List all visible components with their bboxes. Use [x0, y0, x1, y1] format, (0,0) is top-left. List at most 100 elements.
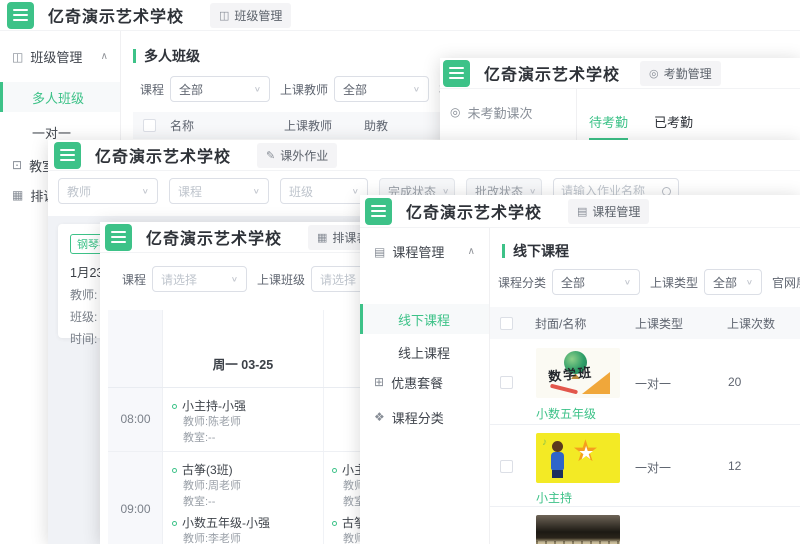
desktop: 亿奇演示艺术学校 ◫ 班级管理 ◫ 班级管理 ∧ 多人班级 一对一 ⊡ 教室: [0, 0, 800, 544]
attendance-icon: ◎: [649, 67, 659, 80]
category-filter-label: 课程分类: [498, 274, 546, 291]
tab-homework[interactable]: ✎ 课外作业: [257, 143, 337, 168]
row-checkbox[interactable]: [500, 376, 513, 389]
chevron-down-icon: ∨: [624, 278, 631, 286]
class-group-icon: ◫: [219, 9, 229, 22]
chevron-up-icon: ∧: [101, 51, 108, 62]
sidebar-item-offline-courses[interactable]: 线下课程: [360, 304, 489, 334]
sidebar-item-packages[interactable]: ⊞ 优惠套餐: [360, 370, 489, 394]
sidebar-item-course-management[interactable]: ▤ 课程管理 ∧: [360, 242, 489, 261]
chevron-down-icon: ∨: [746, 278, 753, 286]
music-note-icon: ♪: [542, 437, 547, 448]
chevron-down-icon: ∨: [231, 275, 238, 283]
app-title: 亿奇演示艺术学校: [484, 61, 620, 85]
classroom-icon: ⊡: [12, 158, 22, 172]
type-filter-label: 上课类型: [650, 274, 698, 291]
course-filter-select[interactable]: 请选择 ∨: [152, 266, 247, 292]
course-row: [490, 507, 800, 544]
column-teacher: 上课教师: [284, 117, 364, 134]
category-icon: ❖: [374, 410, 385, 424]
course-name-link[interactable]: 小数五年级: [536, 405, 596, 422]
schedule-icon: ▦: [317, 231, 327, 244]
site-display-filter-label: 官网展示: [772, 274, 800, 291]
kid-body: [551, 452, 564, 470]
menu-icon[interactable]: [54, 142, 81, 169]
status-dot-icon: [172, 521, 177, 526]
status-dot-icon: [332, 521, 337, 526]
status-dot-icon: [172, 404, 177, 409]
sidebar-item-pending-lessons[interactable]: ◎ 未考勤课次: [440, 97, 576, 127]
column-count: 上课次数: [727, 315, 775, 332]
app-title: 亿奇演示艺术学校: [95, 143, 231, 167]
course-filter-row: 课程分类 全部 ∨ 上课类型 全部 ∨ 官网展示: [498, 269, 800, 295]
tab-course-management[interactable]: ▤ 课程管理: [568, 199, 649, 224]
tab-attendance-management[interactable]: ◎ 考勤管理: [640, 61, 721, 86]
kid-head: [552, 441, 563, 452]
sidebar-item-course-category[interactable]: ❖ 课程分类: [360, 405, 489, 429]
course-type: 一对一: [635, 459, 671, 476]
day-header: 周一 03-25: [163, 354, 323, 373]
course-type: 一对一: [635, 375, 671, 392]
menu-icon[interactable]: [443, 60, 470, 87]
course-row: ★ ★ ♪ 小主持 一对一 12: [490, 425, 800, 507]
menu-icon[interactable]: [365, 198, 392, 225]
sidebar-item-multi-class[interactable]: 多人班级: [0, 82, 120, 112]
course-cover-host: ★ ★ ♪: [536, 433, 620, 483]
kid-legs: [552, 470, 563, 478]
column-type: 上课类型: [635, 315, 727, 332]
schedule-entry[interactable]: 小数五年级-小强 教师:李老师 教室:--: [172, 515, 270, 544]
app-title: 亿奇演示艺术学校: [146, 225, 282, 249]
sidebar-item-class-management[interactable]: ◫ 班级管理 ∧: [0, 47, 120, 66]
app-title: 亿奇演示艺术学校: [48, 3, 184, 27]
course-name-link[interactable]: 小主持: [536, 489, 572, 506]
class-filter-row: 课程 全部 ∨ 上课教师 全部 ∨ 状态: [140, 76, 469, 102]
window-course-management: 亿奇演示艺术学校 ▤ 课程管理 ▤ 课程管理 ∧ 线下课程 线上课程 ⊞ 优惠套…: [360, 195, 800, 544]
chevron-down-icon: ∨: [352, 187, 359, 195]
category-filter-select[interactable]: 全部 ∨: [552, 269, 640, 295]
course-sidebar: ▤ 课程管理 ∧ 线下课程 线上课程 ⊞ 优惠套餐 ❖ 课程分类: [360, 228, 490, 544]
page-title-multi-class: 多人班级: [133, 46, 200, 66]
select-all-checkbox[interactable]: [143, 119, 156, 132]
select-all-checkbox[interactable]: [500, 317, 513, 330]
course-filter-label: 课程: [140, 81, 164, 98]
column-name: 名称: [170, 117, 284, 134]
schedule-entry[interactable]: 古筝(3班) 教师:周老师 教室:--: [172, 462, 270, 510]
chevron-up-icon: ∧: [468, 246, 475, 257]
course-filter-select[interactable]: 全部 ∨: [170, 76, 270, 102]
homework-icon: ✎: [266, 149, 275, 162]
teacher-filter-select[interactable]: 全部 ∨: [334, 76, 429, 102]
tab-class-management[interactable]: ◫ 班级管理: [210, 3, 291, 28]
type-filter-select[interactable]: 全部 ∨: [704, 269, 762, 295]
page-title-offline-courses: 线下课程: [502, 241, 569, 261]
app-title: 亿奇演示艺术学校: [406, 199, 542, 223]
chevron-down-icon: ∨: [254, 85, 261, 93]
attendance-tabbar: 待考勤 已考勤: [577, 89, 800, 142]
course-filter-label: 课程: [122, 271, 146, 288]
sidebar-item-online-courses[interactable]: 线上课程: [360, 340, 489, 364]
status-dot-icon: [172, 468, 177, 473]
row-checkbox[interactable]: [500, 460, 513, 473]
class-filter-label: 上课班级: [257, 271, 305, 288]
teacher-filter-select[interactable]: 教师 ∨: [58, 178, 158, 204]
calendar-icon: ▦: [12, 188, 23, 202]
course-table: 封面/名称 上课类型 上课次数 数学班 小数五年级 一对一 20: [490, 307, 800, 544]
course-row: 数学班 小数五年级 一对一 20: [490, 339, 800, 425]
book-icon: ▤: [374, 245, 385, 259]
gift-icon: ⊞: [374, 375, 384, 389]
tab-pending-attendance[interactable]: 待考勤: [589, 112, 628, 131]
attendance-window-header: 亿奇演示艺术学校 ◎ 考勤管理: [440, 58, 800, 89]
tab-done-attendance[interactable]: 已考勤: [654, 112, 693, 131]
menu-icon[interactable]: [105, 224, 132, 251]
menu-icon[interactable]: [7, 2, 34, 29]
course-filter-select[interactable]: 课程 ∨: [169, 178, 269, 204]
class-window-header: 亿奇演示艺术学校 ◫ 班级管理: [0, 0, 800, 31]
group-icon: ◫: [12, 50, 23, 64]
course-cover-math: 数学班: [536, 348, 620, 398]
column-cover-name: 封面/名称: [535, 315, 635, 332]
class-filter-select[interactable]: 班级 ∨: [280, 178, 368, 204]
time-label: 08:00: [108, 412, 163, 426]
time-label: 09:00: [108, 502, 163, 516]
pencil-icon: [550, 384, 578, 395]
schedule-entry[interactable]: 小主持-小强 教师:陈老师 教室:--: [172, 398, 246, 446]
chevron-down-icon: ∨: [413, 85, 420, 93]
